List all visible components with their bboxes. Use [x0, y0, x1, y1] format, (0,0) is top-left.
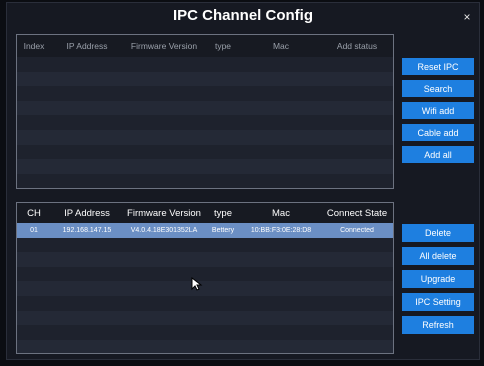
refresh-button[interactable]: Refresh — [402, 316, 474, 334]
table-row[interactable] — [17, 266, 393, 282]
col-ip-address: IP Address — [66, 41, 108, 51]
channel-table: CH IP Address Firmware Version type Mac … — [16, 202, 394, 354]
table-row[interactable] — [17, 237, 393, 253]
cell-mac: 10:BB:F3:0E:28:D8 — [250, 226, 312, 234]
table-row[interactable] — [17, 71, 393, 87]
table-row[interactable] — [17, 86, 393, 101]
col-mac: Mac — [272, 41, 290, 51]
table-row[interactable] — [17, 339, 393, 353]
cell-connect-state: Connected — [340, 226, 374, 234]
cell-firmware-version: V4.0.4.18E301352LA — [130, 226, 198, 234]
col-connect-state: Connect State — [326, 207, 388, 219]
dialog-title: IPC Channel Config — [173, 7, 313, 24]
ipc-setting-button[interactable]: IPC Setting — [402, 293, 474, 311]
add-all-button[interactable]: Add all — [402, 146, 474, 163]
table-row-selected[interactable]: 01 192.168.147.15 V4.0.4.18E301352LA Bet… — [17, 223, 393, 238]
table-header: CH IP Address Firmware Version type Mac … — [17, 203, 393, 223]
col-ip-address: IP Address — [64, 207, 110, 219]
mouse-cursor-icon — [191, 277, 203, 291]
table-row[interactable] — [17, 252, 393, 267]
table-row[interactable] — [17, 115, 393, 130]
all-delete-button[interactable]: All delete — [402, 247, 474, 265]
table-row[interactable] — [17, 144, 393, 160]
device-action-buttons: Reset IPC Search Wifi add Cable add Add … — [402, 58, 474, 168]
close-icon[interactable]: × — [461, 11, 473, 23]
col-ch: CH — [27, 207, 41, 219]
discovered-devices-table: Index IP Address Firmware Version type M… — [16, 34, 394, 189]
table-row[interactable] — [17, 129, 393, 145]
channel-action-buttons: Delete All delete Upgrade IPC Setting Re… — [402, 224, 474, 339]
cell-ch: 01 — [30, 226, 38, 234]
table-header: Index IP Address Firmware Version type M… — [17, 35, 393, 57]
table-row[interactable] — [17, 173, 393, 188]
table-row[interactable] — [17, 310, 393, 326]
cable-add-button[interactable]: Cable add — [402, 124, 474, 141]
table-row[interactable] — [17, 57, 393, 72]
col-add-status: Add status — [336, 41, 378, 51]
table-row[interactable] — [17, 295, 393, 311]
table-row[interactable] — [17, 281, 393, 296]
wifi-add-button[interactable]: Wifi add — [402, 102, 474, 119]
col-index: Index — [23, 41, 45, 51]
cell-type: Bettery — [211, 226, 235, 234]
reset-ipc-button[interactable]: Reset IPC — [402, 58, 474, 75]
col-type: type — [214, 207, 232, 219]
table-row[interactable] — [17, 100, 393, 116]
col-firmware-version: Firmware Version — [127, 207, 201, 219]
col-type: type — [214, 41, 232, 51]
cell-ip-address: 192.168.147.15 — [62, 226, 112, 234]
col-mac: Mac — [272, 207, 290, 219]
table-row[interactable] — [17, 325, 393, 340]
upgrade-button[interactable]: Upgrade — [402, 270, 474, 288]
col-firmware-version: Firmware Version — [130, 41, 198, 51]
delete-button[interactable]: Delete — [402, 224, 474, 242]
table-row[interactable] — [17, 159, 393, 174]
search-button[interactable]: Search — [402, 80, 474, 97]
